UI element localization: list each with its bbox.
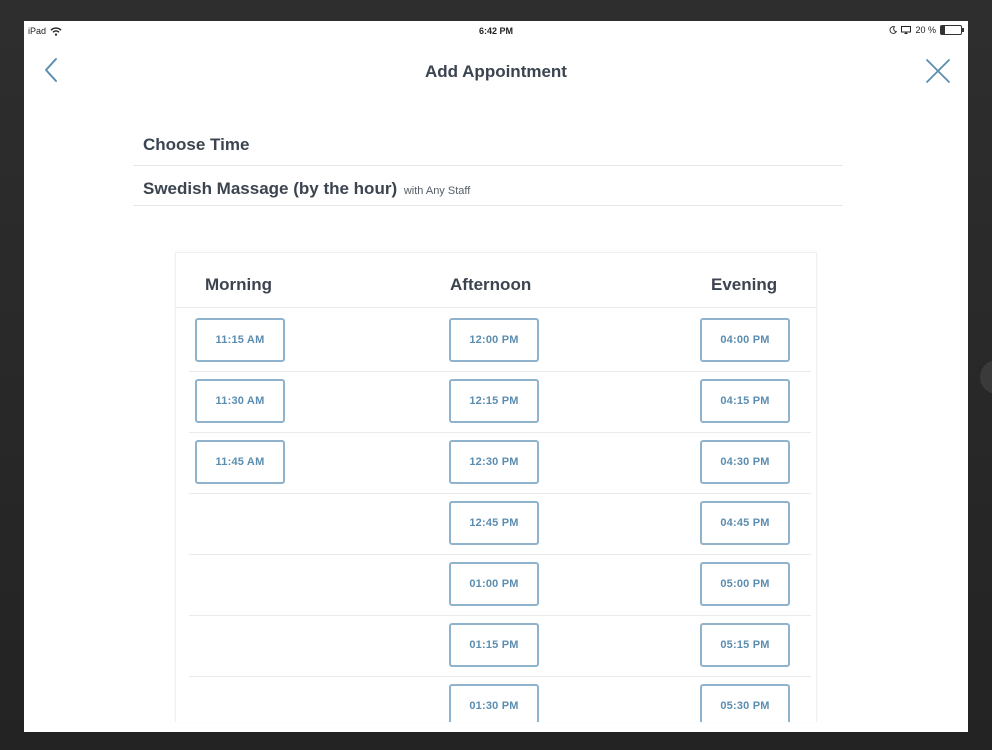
time-slot-button[interactable]: 05:30 PM — [700, 684, 790, 722]
nav-bar: Add Appointment — [24, 51, 968, 91]
back-button[interactable] — [38, 55, 68, 85]
screen-mirroring-icon — [901, 26, 912, 34]
time-slot-button[interactable]: 11:30 AM — [195, 379, 285, 423]
time-slot-button[interactable]: 01:00 PM — [449, 562, 539, 606]
time-slot-button[interactable]: 12:30 PM — [449, 440, 539, 484]
afternoon-heading: Afternoon — [450, 275, 532, 294]
page-title: Add Appointment — [425, 62, 567, 81]
app-screen: iPad 6:42 PM 20 % Add Appointment Choose… — [24, 21, 968, 732]
row-divider — [189, 371, 811, 372]
time-slot-button[interactable]: 04:15 PM — [700, 379, 790, 423]
choose-time-row: Choose Time — [133, 129, 843, 166]
row-divider — [189, 554, 811, 555]
choose-time-heading: Choose Time — [143, 135, 250, 154]
header-divider — [176, 307, 816, 308]
time-slot-card: Morning Afternoon Evening 11:15 AM 11:30 … — [175, 252, 817, 722]
close-button[interactable] — [924, 57, 952, 85]
time-slot-button[interactable]: 01:15 PM — [449, 623, 539, 667]
staff-text: with Any Staff — [403, 185, 471, 197]
chevron-left-icon — [45, 58, 57, 82]
time-slot-button[interactable]: 04:00 PM — [700, 318, 790, 362]
time-slot-button[interactable]: 05:15 PM — [700, 623, 790, 667]
time-slot-button[interactable]: 12:45 PM — [449, 501, 539, 545]
service-summary: Swedish Massage (by the hour) with Any S… — [143, 179, 470, 199]
row-divider — [189, 676, 811, 677]
morning-heading: Morning — [205, 275, 273, 294]
time-slot-button[interactable]: 01:30 PM — [449, 684, 539, 722]
battery-percent: 20 % — [915, 25, 936, 35]
battery-level — [941, 26, 945, 34]
time-slot-button[interactable]: 12:15 PM — [449, 379, 539, 423]
service-row: Swedish Massage (by the hour) with Any S… — [133, 171, 843, 206]
time-slot-button[interactable]: 11:15 AM — [195, 318, 285, 362]
status-time: 6:42 PM — [478, 26, 513, 36]
row-divider — [189, 493, 811, 494]
close-icon — [926, 59, 950, 83]
time-slot-button[interactable]: 04:45 PM — [700, 501, 790, 545]
time-slot-button[interactable]: 12:00 PM — [449, 318, 539, 362]
battery-icon — [940, 25, 964, 35]
time-slot-button[interactable]: 05:00 PM — [700, 562, 790, 606]
row-divider — [189, 432, 811, 433]
time-slot-button[interactable]: 04:30 PM — [700, 440, 790, 484]
service-name: Swedish Massage (by the hour) — [143, 179, 398, 198]
evening-heading: Evening — [711, 275, 778, 294]
moon-icon — [890, 26, 898, 34]
status-right: 20 % — [889, 25, 964, 35]
row-divider — [189, 615, 811, 616]
status-bar: iPad 6:42 PM 20 % — [24, 21, 968, 41]
time-slot-button[interactable]: 11:45 AM — [195, 440, 285, 484]
